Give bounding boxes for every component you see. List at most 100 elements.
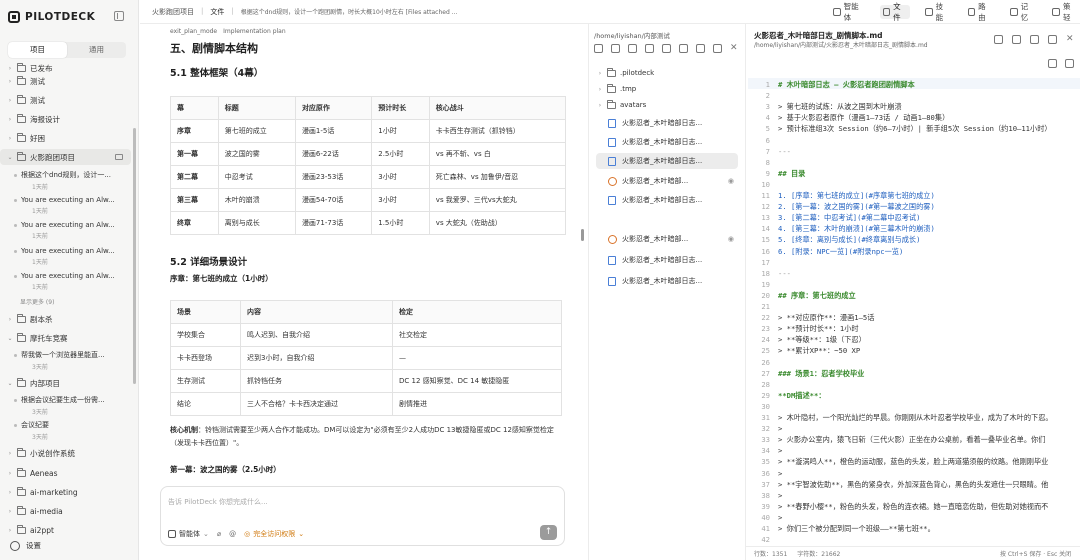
sidebar-item[interactable]: › ai2ppt — [0, 522, 131, 538]
show-more-link[interactable]: 显示更多 (9) — [20, 297, 54, 306]
table-cell: 卡卡西登场 — [170, 346, 241, 370]
settings-icon[interactable] — [713, 44, 722, 53]
file-name: 火影忍者_木叶暗部日志... — [622, 157, 703, 165]
nav-routes[interactable]: 路由 — [965, 2, 995, 22]
table-cell: 3小时 — [371, 188, 430, 212]
nav-skills[interactable]: 技能 — [922, 2, 952, 22]
settings-button[interactable]: 设置 — [10, 540, 41, 551]
file-row[interactable]: 火影忍者_木叶暗部日志... — [596, 134, 738, 150]
new-file-icon[interactable] — [594, 44, 603, 53]
nav-memory[interactable]: 记忆 — [1007, 2, 1037, 22]
tab-projects[interactable]: 项目 — [8, 42, 67, 58]
sidebar-item[interactable]: › Aeneas — [0, 465, 131, 481]
sidebar-item[interactable]: ⌄ 摩托车竞赛 — [0, 330, 131, 346]
agent-selector[interactable]: 智能体 ⌄ — [168, 529, 209, 539]
conversation-item[interactable]: You are executing an Alw... 1天前 — [14, 247, 124, 266]
close-icon[interactable]: ✕ — [730, 44, 738, 53]
file-row[interactable]: 火影忍者_木叶暗部日志... — [596, 252, 738, 268]
file-row[interactable]: › .pilotdeck — [596, 65, 738, 81]
globe-icon — [608, 176, 617, 186]
file-panel-toolbar: ✕ — [594, 44, 738, 53]
download-icon[interactable] — [645, 44, 654, 53]
sidebar-item[interactable]: › 测试 — [0, 92, 131, 108]
tab-general[interactable]: 通用 — [67, 42, 126, 58]
sidebar-item[interactable]: › ai-media — [0, 503, 131, 519]
table-header: 内容 — [240, 300, 393, 324]
file-row[interactable]: › .tmp — [596, 81, 738, 97]
chevron-down-icon: ⌄ — [7, 153, 13, 161]
delete-icon[interactable] — [679, 44, 688, 53]
sidebar-item[interactable]: › 小说创作系统 — [0, 445, 131, 461]
conversation-item[interactable]: 根据这个dnd规则，设计一... 1天前 — [14, 170, 124, 191]
folder-icon — [17, 467, 26, 477]
scene-heading: 第一幕：波之国的雾（2.5小时） — [170, 465, 281, 474]
eye-icon[interactable]: ◉ — [728, 177, 734, 185]
file-row[interactable]: 火影忍者_木叶暗部日志... — [596, 192, 738, 208]
conversation-item[interactable]: 会议纪要 3天前 — [14, 420, 124, 441]
nav-files[interactable]: 文件 — [879, 2, 911, 22]
sidebar-item[interactable]: ⌄ 内部项目 — [0, 375, 131, 391]
new-folder-icon[interactable] — [611, 44, 620, 53]
code-icon[interactable] — [1048, 35, 1057, 44]
eye-icon[interactable]: ◉ — [728, 235, 734, 243]
sidebar-item-active-project[interactable]: ⌄ 火影跑团项目 — [0, 149, 131, 165]
save-icon[interactable] — [1030, 35, 1039, 44]
sidebar-item[interactable]: › ai-marketing — [0, 484, 131, 500]
chevron-right-icon: › — [8, 134, 12, 142]
sidebar-item-label: ai2ppt — [30, 525, 54, 535]
send-button[interactable]: ↑ — [540, 525, 557, 540]
breadcrumb-project[interactable]: 火影跑团项目 — [152, 7, 194, 17]
at-mention-icon[interactable]: @ — [229, 530, 236, 538]
folder-icon — [607, 67, 616, 77]
sidebar-scrollbar[interactable] — [133, 128, 136, 384]
section-heading: 五、剧情脚本结构 — [170, 42, 258, 55]
conversation-item[interactable]: You are executing an Alw... 1天前 — [14, 272, 124, 291]
new-chat-icon[interactable] — [115, 154, 123, 160]
copy-icon[interactable] — [662, 44, 671, 53]
table-cell: 第一幕 — [170, 142, 219, 166]
code-editor[interactable]: 1 # 木叶暗部日志 — 火影忍者跑团剧情脚本 2 3 > 第七班的试炼：从波之国到木叶… — [748, 78, 1080, 544]
download-icon[interactable] — [1012, 35, 1021, 44]
nav-policy[interactable]: 策轻 — [1049, 2, 1079, 22]
close-icon[interactable]: ✕ — [1066, 35, 1074, 44]
upload-icon[interactable] — [628, 44, 637, 53]
sidebar-item-label: 测试 — [30, 76, 45, 86]
file-row[interactable]: 火影忍者_木叶暗部... ◉ — [596, 231, 738, 247]
collapse-sidebar-icon[interactable] — [114, 11, 124, 21]
conversation-item[interactable]: 帮我做一个浏览器里能直... 3天前 — [14, 350, 124, 371]
file-row[interactable]: 火影忍者_木叶暗部日志... — [596, 273, 738, 289]
permission-selector[interactable]: ◎ 完全访问权限 ⌄ — [244, 529, 304, 539]
code-line: > 基于火影忍者原作（漫画1—73话 / 动画1—80集） — [778, 113, 950, 123]
sidebar-item[interactable]: › 海报设计 — [0, 111, 131, 127]
table-row: 序章 第七班的成立 漫画1-5话 1小时 卡卡西生存测试（抓铃铛） — [170, 119, 567, 143]
file-row-selected[interactable]: 火影忍者_木叶暗部日志... — [596, 153, 738, 169]
file-row[interactable]: › avatars — [596, 97, 738, 113]
file-row[interactable]: 火影忍者_木叶暗部日志... — [596, 115, 738, 131]
refresh-icon[interactable] — [696, 44, 705, 53]
chevron-right-icon: › — [598, 101, 602, 109]
attach-icon[interactable]: ⌀ — [217, 530, 221, 538]
folder-icon — [607, 83, 616, 93]
eye-icon[interactable] — [994, 35, 1003, 44]
chat-input-placeholder[interactable]: 告诉 PilotDeck 你想完成什么... — [168, 497, 268, 507]
breadcrumb-section[interactable]: 文件 — [210, 7, 224, 17]
table-header: 核心战斗 — [428, 96, 567, 120]
code-line: > — [778, 468, 783, 478]
external-link-icon[interactable] — [1048, 59, 1057, 68]
subsection-heading: 5.2 详细场景设计 — [170, 257, 248, 268]
nav-agents[interactable]: 智能体 — [830, 2, 868, 22]
conversation-item[interactable]: You are executing an Alw... 1天前 — [14, 196, 124, 215]
sidebar-item[interactable]: › 剧本杀 — [0, 311, 131, 327]
shield-icon — [1052, 8, 1061, 16]
table-cell: 三人不合格？卡卡西决定通过 — [240, 392, 393, 416]
document-scrollbar[interactable] — [581, 229, 584, 241]
file-row[interactable]: 火影忍者_木叶暗部... ◉ — [596, 173, 738, 189]
sidebar-item[interactable]: › 好困 — [0, 130, 131, 146]
conversation-item[interactable]: 根据会议纪要生成一份需... 3天前 — [14, 395, 124, 416]
table-cell: DC 12 感知察觉、DC 14 敏捷隐匿 — [392, 369, 562, 393]
conversation-item[interactable]: You are executing an Alw... 1天前 — [14, 221, 124, 240]
sidebar-item[interactable]: › 测试 — [0, 73, 131, 89]
line-number: 11 — [761, 191, 770, 200]
sync-icon[interactable] — [1065, 59, 1074, 68]
breadcrumb-task[interactable]: 根据这个dnd规则，设计一个跑团剧情，时长大概10小时左右 [Files att… — [241, 7, 461, 17]
